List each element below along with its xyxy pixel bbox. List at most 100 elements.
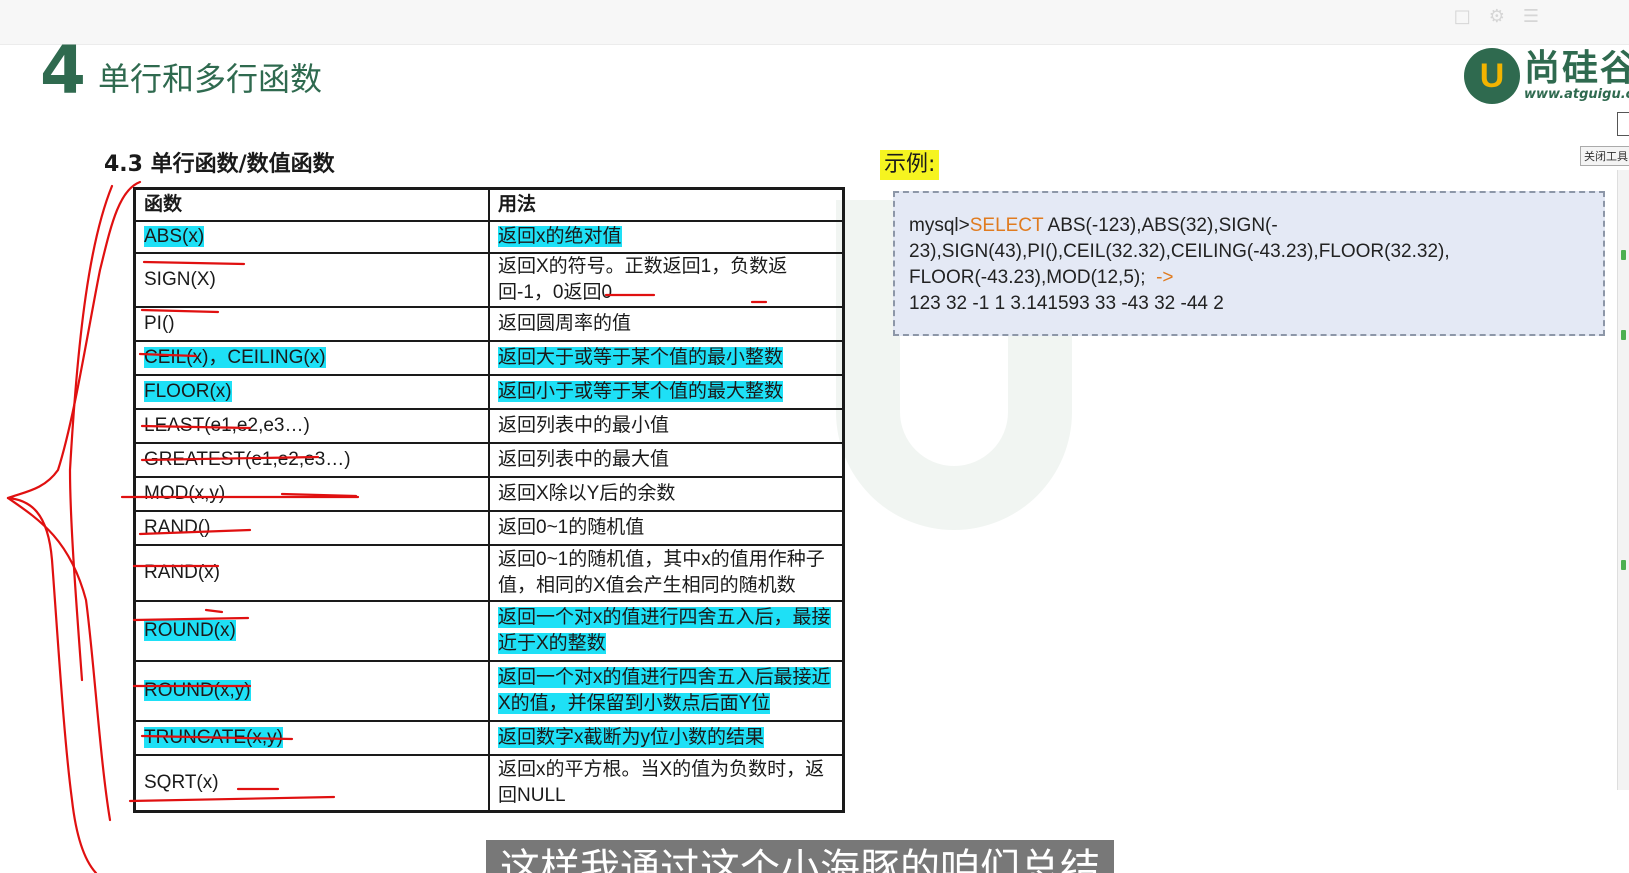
side-tool-toggle[interactable] <box>1617 112 1629 136</box>
function-usage: 返回列表中的最小值 <box>498 415 670 436</box>
function-name-cell: ABS(x) <box>133 220 490 254</box>
function-usage-cell: 返回列表中的最小值 <box>488 408 845 444</box>
column-header-function: 函数 <box>133 187 490 222</box>
function-name: CEIL(x)，CEILING(x) <box>144 347 326 368</box>
tool-dot-icon[interactable] <box>1621 250 1626 260</box>
sql-example-box: mysql>SELECT ABS(-123),ABS(32),SIGN(- 23… <box>893 191 1605 336</box>
function-name-cell: FLOOR(x) <box>133 374 490 410</box>
video-top-bar: □ ⚙ ☰ <box>0 0 1629 45</box>
code-text: FLOOR(-43.23),MOD(12,5); <box>909 267 1146 288</box>
brace-stroke <box>6 180 142 500</box>
function-name: ROUND(x) <box>144 620 236 641</box>
brace-stroke <box>6 496 98 873</box>
function-name-cell: CEIL(x)，CEILING(x) <box>133 340 490 376</box>
function-usage-cell: 返回数字x截断为y位小数的结果 <box>488 720 845 756</box>
function-name: LEAST(e1,e2,e3…) <box>144 415 310 436</box>
code-line-3: FLOOR(-43.23),MOD(12,5); -> <box>909 265 1591 291</box>
function-usage: 返回一个对x的值进行四舍五入后最接近X的值，并保留到小数点后面Y位 <box>498 667 831 714</box>
video-subtitle: 这样我通过这个小海豚的咱们总结 <box>486 840 1114 873</box>
function-usage-cell: 返回0~1的随机值 <box>488 510 845 546</box>
table-row: ROUND(x) 返回一个对x的值进行四舍五入后，最接近于X的整数 <box>133 600 845 662</box>
function-usage: 返回0~1的随机值 <box>498 517 645 538</box>
function-name-cell: SIGN(X) <box>133 252 490 308</box>
mysql-prompt: mysql> <box>909 215 970 236</box>
table-header-row: 函数 用法 <box>133 187 845 222</box>
function-name: GREATEST(e1,e2,e3…) <box>144 449 351 470</box>
function-usage: 返回列表中的最大值 <box>498 449 670 470</box>
table-row: SIGN(X) 返回X的符号。正数返回1，负数返回-1，0返回0 <box>133 252 845 308</box>
result-arrow: -> <box>1156 267 1174 288</box>
table-row: CEIL(x)，CEILING(x) 返回大于或等于某个值的最小整数 <box>133 340 845 376</box>
table-row: LEAST(e1,e2,e3…) 返回列表中的最小值 <box>133 408 845 444</box>
brace-stroke <box>68 184 114 682</box>
function-name-cell: PI() <box>133 306 490 342</box>
chapter-title: 单行和多行函数 <box>98 60 323 98</box>
function-name: ROUND(x,y) <box>144 680 251 701</box>
function-usage-cell: 返回一个对x的值进行四舍五入后，最接近于X的整数 <box>488 600 845 662</box>
function-name: RAND() <box>144 517 211 538</box>
section-title: 4.3 单行函数/数值函数 <box>104 152 335 177</box>
table-row: PI() 返回圆周率的值 <box>133 306 845 342</box>
function-usage-cell: 返回列表中的最大值 <box>488 442 845 478</box>
function-name-cell: MOD(x,y) <box>133 476 490 512</box>
function-usage: 返回X除以Y后的余数 <box>498 483 676 504</box>
slide: □ ⚙ ☰ 4 单行和多行函数 U 尚硅谷 www.atguigu.com 关闭… <box>0 0 1629 873</box>
function-name-cell: RAND(x) <box>133 544 490 602</box>
code-text: ABS(-123),ABS(32),SIGN(- <box>1043 215 1278 236</box>
tool-dot-icon[interactable] <box>1621 330 1626 340</box>
window-icon[interactable]: □ <box>1454 6 1471 27</box>
code-line-1: mysql>SELECT ABS(-123),ABS(32),SIGN(- <box>909 213 1591 239</box>
function-usage: 返回大于或等于某个值的最小整数 <box>498 347 784 368</box>
sql-keyword: SELECT <box>969 215 1044 236</box>
function-name-cell: LEAST(e1,e2,e3…) <box>133 408 490 444</box>
example-label: 示例: <box>880 150 940 180</box>
table-row: MOD(x,y) 返回X除以Y后的余数 <box>133 476 845 512</box>
settings-icon[interactable]: ⚙ <box>1489 6 1505 27</box>
table-row: FLOOR(x) 返回小于或等于某个值的最大整数 <box>133 374 845 410</box>
tool-dot-icon[interactable] <box>1621 560 1626 570</box>
column-header-usage: 用法 <box>488 187 845 222</box>
function-usage: 返回小于或等于某个值的最大整数 <box>498 381 784 402</box>
function-usage-cell: 返回0~1的随机值，其中x的值用作种子值，相同的X值会产生相同的随机数 <box>488 544 845 602</box>
function-name-cell: ROUND(x,y) <box>133 660 490 722</box>
function-name: FLOOR(x) <box>144 381 232 402</box>
close-tools-button[interactable]: 关闭工具 <box>1580 146 1629 166</box>
table-row: SQRT(x) 返回x的平方根。当X的值为负数时，返回NULL <box>133 754 845 812</box>
function-name: SQRT(x) <box>144 771 219 793</box>
function-name-cell: TRUNCATE(x,y) <box>133 720 490 756</box>
function-name: TRUNCATE(x,y) <box>144 727 283 748</box>
function-table: 函数 用法 ABS(x) 返回x的绝对值 SIGN(X) 返回X的符号。正数返回1，负… <box>133 187 845 813</box>
list-icon[interactable]: ☰ <box>1523 6 1539 27</box>
function-usage: 返回X的符号。正数返回1，负数返回-1，0返回0 <box>498 256 788 303</box>
function-usage-cell: 返回大于或等于某个值的最小整数 <box>488 340 845 376</box>
brace-stroke <box>6 496 112 822</box>
function-name: MOD(x,y) <box>144 483 226 504</box>
function-name-cell: RAND() <box>133 510 490 546</box>
logo-name: 尚硅谷 <box>1524 48 1629 90</box>
table-row: TRUNCATE(x,y) 返回数字x截断为y位小数的结果 <box>133 720 845 756</box>
code-result-line: 123 32 -1 1 3.141593 33 -43 32 -44 2 <box>909 293 1224 314</box>
function-usage-cell: 返回x的绝对值 <box>488 220 845 254</box>
function-name: RAND(x) <box>144 562 220 583</box>
table-row: ROUND(x,y) 返回一个对x的值进行四舍五入后最接近X的值，并保留到小数点后… <box>133 660 845 722</box>
function-usage-cell: 返回X的符号。正数返回1，负数返回-1，0返回0 <box>488 252 845 308</box>
table-row: RAND(x) 返回0~1的随机值，其中x的值用作种子值，相同的X值会产生相同的随… <box>133 544 845 602</box>
function-usage-cell: 返回一个对x的值进行四舍五入后最接近X的值，并保留到小数点后面Y位 <box>488 660 845 722</box>
table-row: ABS(x) 返回x的绝对值 <box>133 220 845 254</box>
function-usage-cell: 返回圆周率的值 <box>488 306 845 342</box>
table-row: GREATEST(e1,e2,e3…) 返回列表中的最大值 <box>133 442 845 478</box>
logo-mark-icon: U <box>1464 48 1520 104</box>
logo-url: www.atguigu.com <box>1524 87 1629 103</box>
function-usage: 返回0~1的随机值，其中x的值用作种子值，相同的X值会产生相同的随机数 <box>498 549 825 596</box>
function-name: ABS(x) <box>144 226 205 247</box>
function-usage: 返回一个对x的值进行四舍五入后，最接近于X的整数 <box>498 607 831 654</box>
function-usage: 返回x的平方根。当X的值为负数时，返回NULL <box>498 758 825 806</box>
brand-logo: U 尚硅谷 www.atguigu.com <box>1464 44 1629 108</box>
function-usage-cell: 返回x的平方根。当X的值为负数时，返回NULL <box>488 754 845 812</box>
function-name: SIGN(X) <box>144 269 216 290</box>
player-controls: □ ⚙ ☰ <box>1454 6 1539 27</box>
function-name-cell: GREATEST(e1,e2,e3…) <box>133 442 490 478</box>
function-usage: 返回数字x截断为y位小数的结果 <box>498 727 765 748</box>
side-toolbar-strip <box>1617 170 1629 790</box>
chapter-number: 4 <box>40 32 86 109</box>
